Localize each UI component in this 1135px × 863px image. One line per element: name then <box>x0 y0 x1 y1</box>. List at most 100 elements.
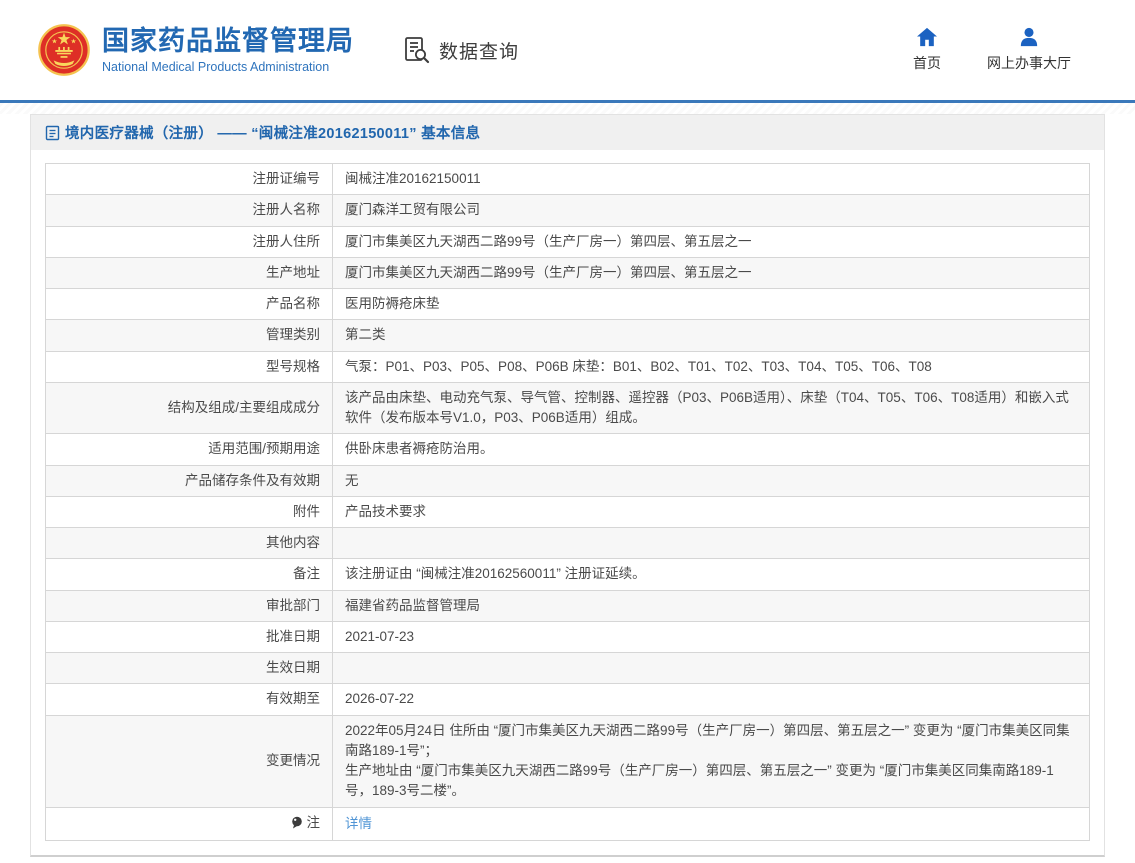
field-label: 注 <box>306 814 321 830</box>
field-value: 厦门市集美区九天湖西二路99号（生产厂房一）第四层、第五层之一 <box>345 264 752 280</box>
field-value-cell: 福建省药品监督管理局 <box>332 589 1090 622</box>
field-label-cell: 型号规格 <box>45 350 333 383</box>
site-header: 国家药品监督管理局 National Medical Products Admi… <box>0 0 1135 100</box>
table-row: 附件 产品技术要求 <box>45 495 1090 529</box>
field-value: 第二类 <box>345 327 386 343</box>
field-value: 闽械注准20162150011 <box>345 171 481 186</box>
field-value-cell: 2022年05月24日 住所由 “厦门市集美区九天湖西二路99号（生产厂房一）第… <box>332 714 1090 808</box>
field-label-cell: 生效日期 <box>45 651 333 685</box>
field-label: 生产地址 <box>266 264 320 280</box>
nav-label-home: 首页 <box>913 55 941 71</box>
user-icon <box>1020 27 1038 47</box>
field-label-cell: 审批部门 <box>45 589 333 622</box>
table-row: 适用范围/预期用途 供卧床患者褥疮防治用。 <box>45 433 1090 466</box>
data-query-label: 数据查询 <box>439 41 520 63</box>
field-value-cell: 2021-07-23 <box>332 620 1090 654</box>
field-value: 产品技术要求 <box>345 503 426 519</box>
field-label: 型号规格 <box>266 358 320 374</box>
field-label-cell: 结构及组成/主要组成成分 <box>45 381 333 435</box>
site-title-block: 国家药品监督管理局 National Medical Products Admi… <box>102 26 354 74</box>
table-wrap: 注册证编号 闽械注准20162150011 注册人名称 厦门森洋工贸有限公司注册人住所… <box>31 150 1104 855</box>
table-row: 注 详情 <box>45 806 1090 842</box>
table-row: 型号规格 气泵：P01、P03、P05、P08、P06B 床垫：B01、B02、T… <box>45 350 1090 383</box>
site-title-en: National Medical Products Administration <box>102 60 330 75</box>
field-label: 注册人住所 <box>252 233 321 249</box>
field-value: 气泵：P01、P03、P05、P08、P06B 床垫：B01、B02、T01、T… <box>345 358 932 374</box>
field-value-cell <box>332 526 1090 560</box>
field-label: 审批部门 <box>266 597 320 613</box>
national-emblem-icon <box>38 24 90 76</box>
field-value: 该产品由床垫、电动充气泵、导气管、控制器、遥控器（P03、P06B适用）、床垫（… <box>345 389 1069 425</box>
table-row: 注册人名称 厦门森洋工贸有限公司 <box>45 194 1090 227</box>
nav-item-service-hall[interactable]: 网上办事大厅 <box>987 27 1071 73</box>
field-label: 变更情况 <box>266 752 320 768</box>
info-table-body: 注册证编号 闽械注准20162150011 注册人名称 厦门森洋工贸有限公司注册人住所… <box>45 162 1090 842</box>
table-row: 产品名称 医用防褥疮床垫 <box>45 287 1090 321</box>
site-title-cn: 国家药品监督管理局 <box>102 25 354 56</box>
field-value-cell: 2026-07-22 <box>332 683 1090 716</box>
data-query-section[interactable]: 数据查询 <box>402 35 519 65</box>
field-label: 备注 <box>293 566 320 582</box>
table-row: 变更情况 2022年05月24日 住所由 “厦门市集美区九天湖西二路99号（生产厂… <box>45 714 1090 808</box>
field-label: 结构及组成/主要组成成分 <box>167 399 320 415</box>
field-value-cell: 医用防褥疮床垫 <box>332 287 1090 321</box>
site-logo[interactable]: 国家药品监督管理局 National Medical Products Admi… <box>38 24 354 76</box>
field-label-cell: 其他内容 <box>45 526 333 560</box>
field-value-cell: 厦门市集美区九天湖西二路99号（生产厂房一）第四层、第五层之一 <box>332 256 1090 290</box>
field-label-cell: 注册人名称 <box>45 194 333 227</box>
field-value: 该注册证由 “闽械注准20162560011” 注册证延续。 <box>345 566 646 582</box>
field-value-cell: 该产品由床垫、电动充气泵、导气管、控制器、遥控器（P03、P06B适用）、床垫（… <box>332 381 1090 435</box>
field-value-cell: 供卧床患者褥疮防治用。 <box>332 433 1090 466</box>
nav-item-home[interactable]: 首页 <box>913 27 941 73</box>
field-label-cell: 注册证编号 <box>45 162 333 196</box>
field-label: 生效日期 <box>266 660 320 675</box>
table-row: 注册证编号 闽械注准20162150011 <box>45 162 1090 196</box>
field-label-cell: 变更情况 <box>45 714 333 808</box>
field-value-cell: 闽械注准20162150011 <box>332 162 1090 196</box>
field-value-cell: 产品技术要求 <box>332 495 1090 529</box>
field-label-cell: 批准日期 <box>45 620 333 654</box>
field-label: 其他内容 <box>266 535 320 550</box>
field-label: 产品储存条件及有效期 <box>185 472 320 488</box>
page: 国家药品监督管理局 National Medical Products Admi… <box>0 0 1135 863</box>
field-value-cell: 详情 <box>332 806 1090 842</box>
field-label-cell: 注册人住所 <box>45 225 333 258</box>
field-value: 福建省药品监督管理局 <box>345 597 480 613</box>
table-row: 有效期至 2026-07-22 <box>45 683 1090 716</box>
field-label-cell: 管理类别 <box>45 319 333 352</box>
field-value-cell: 气泵：P01、P03、P05、P08、P06B 床垫：B01、B02、T01、T… <box>332 350 1090 383</box>
field-label: 附件 <box>293 503 320 519</box>
field-value: 供卧床患者褥疮防治用。 <box>345 441 494 457</box>
field-label: 注册人名称 <box>252 202 321 218</box>
field-label: 管理类别 <box>266 327 320 343</box>
field-value: 2022年05月24日 住所由 “厦门市集美区九天湖西二路99号（生产厂房一）第… <box>345 722 1070 799</box>
field-value: 无 <box>345 472 359 488</box>
table-row: 审批部门 福建省药品监督管理局 <box>45 589 1090 622</box>
field-value-cell: 厦门市集美区九天湖西二路99号（生产厂房一）第四层、第五层之一 <box>332 225 1090 258</box>
registration-info-table: 注册证编号 闽械注准20162150011 注册人名称 厦门森洋工贸有限公司注册人住所… <box>45 162 1090 842</box>
field-label-cell: 备注 <box>45 558 333 591</box>
content-card: 境内医疗器械（注册） —— “闽械注准20162150011” 基本信息 注册证… <box>30 114 1105 858</box>
field-value-cell: 无 <box>332 464 1090 497</box>
field-label-cell: 生产地址 <box>45 256 333 290</box>
field-value-cell <box>332 651 1090 685</box>
field-value-cell: 该注册证由 “闽械注准20162560011” 注册证延续。 <box>332 558 1090 591</box>
nav-label-service-hall: 网上办事大厅 <box>987 55 1071 71</box>
field-label-cell: 有效期至 <box>45 683 333 716</box>
field-label: 注册证编号 <box>252 171 321 186</box>
field-label: 有效期至 <box>266 691 320 707</box>
detail-link[interactable]: 详情 <box>345 816 372 831</box>
note-balloon-icon <box>291 816 302 829</box>
field-label-cell: 适用范围/预期用途 <box>45 433 333 466</box>
field-label-cell: 注 <box>45 806 333 842</box>
table-row: 管理类别 第二类 <box>45 319 1090 352</box>
field-value-cell: 第二类 <box>332 319 1090 352</box>
field-value: 2026-07-22 <box>345 691 415 707</box>
field-label-cell: 产品名称 <box>45 287 333 321</box>
document-icon <box>45 125 60 140</box>
field-label: 批准日期 <box>266 628 320 644</box>
field-value: 厦门森洋工贸有限公司 <box>345 202 480 218</box>
field-value-cell: 厦门森洋工贸有限公司 <box>332 194 1090 227</box>
table-row: 生产地址 厦门市集美区九天湖西二路99号（生产厂房一）第四层、第五层之一 <box>45 256 1090 290</box>
table-row: 结构及组成/主要组成成分 该产品由床垫、电动充气泵、导气管、控制器、遥控器（P03… <box>45 381 1090 435</box>
